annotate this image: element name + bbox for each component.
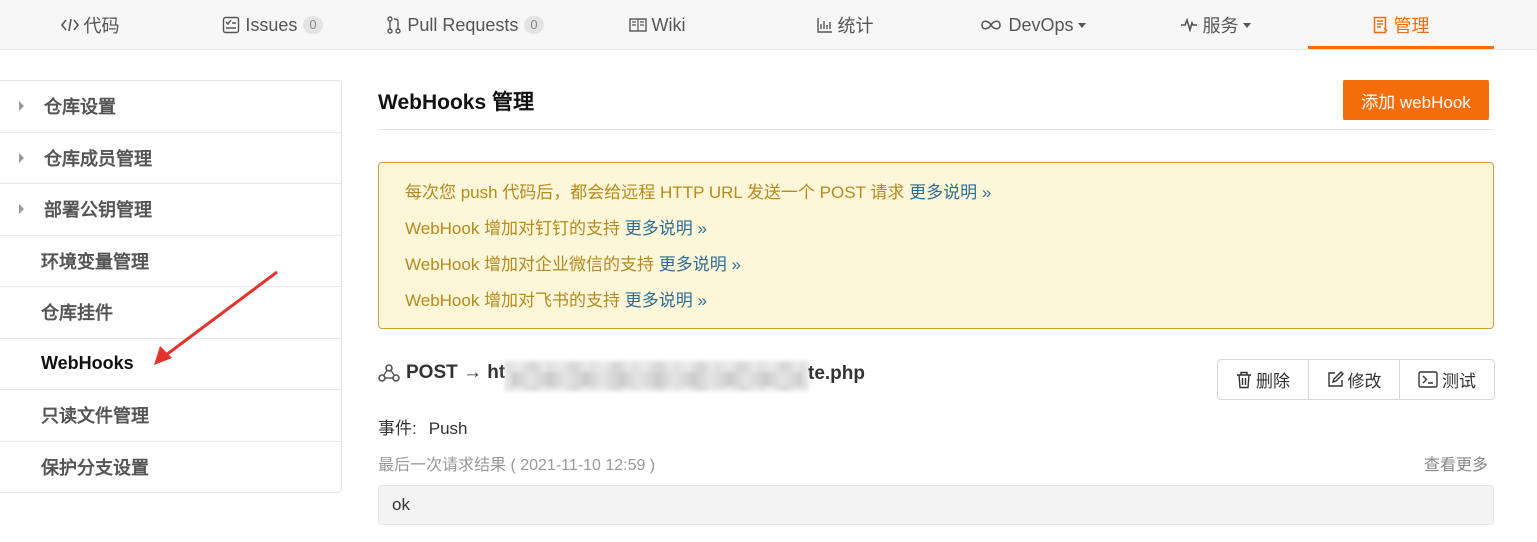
sidebar-item-label: 只读文件管理 bbox=[41, 406, 149, 427]
issues-count-badge: 0 bbox=[303, 16, 323, 34]
code-icon bbox=[60, 17, 79, 33]
tab-label: Wiki bbox=[651, 14, 686, 35]
pr-count-badge: 0 bbox=[524, 16, 544, 34]
webhook-actions: 删除 修改 测试 bbox=[1217, 359, 1495, 400]
last-request-status: 最后一次请求结果 ( 2021-11-10 12:59 ) bbox=[378, 457, 656, 474]
test-button[interactable]: 测试 bbox=[1400, 360, 1494, 399]
repo-nav-bar: 代码 Issues 0 Pull Requests 0 Wiki 统计 DevO… bbox=[0, 0, 1537, 50]
sidebar-item-widgets[interactable]: 仓库挂件 bbox=[0, 287, 341, 339]
more-info-link[interactable]: 更多说明 » bbox=[625, 291, 707, 310]
notice-text: 每次您 push 代码后，都会给远程 HTTP URL 发送一个 POST 请求 bbox=[405, 183, 905, 202]
sidebar-item-deploy-keys[interactable]: 部署公钥管理 bbox=[0, 184, 341, 236]
sidebar-item-webhooks[interactable]: WebHooks bbox=[0, 339, 341, 390]
manage-icon bbox=[1373, 16, 1389, 34]
chevron-down-icon bbox=[1242, 22, 1251, 28]
sidebar-item-label: 部署公钥管理 bbox=[44, 200, 152, 221]
tab-code[interactable]: 代码 bbox=[40, 0, 140, 50]
view-more-link[interactable]: 查看更多 bbox=[1424, 451, 1488, 475]
tab-devops[interactable]: DevOps bbox=[970, 0, 1095, 50]
tab-label: 管理 bbox=[1393, 16, 1430, 36]
edit-button[interactable]: 修改 bbox=[1309, 360, 1400, 399]
webhook-icon bbox=[378, 363, 400, 383]
tab-services[interactable]: 服务 bbox=[1170, 0, 1260, 50]
active-tab-indicator bbox=[1308, 46, 1494, 49]
sidebar-item-env-vars[interactable]: 环境变量管理 bbox=[0, 236, 341, 287]
tab-stats[interactable]: 统计 bbox=[800, 0, 890, 50]
tab-pull-requests[interactable]: Pull Requests 0 bbox=[380, 0, 550, 50]
event-label: 事件: bbox=[378, 419, 417, 438]
tab-label: DevOps bbox=[1008, 14, 1074, 35]
sidebar-item-label: 保护分支设置 bbox=[41, 458, 149, 479]
trash-icon bbox=[1236, 371, 1252, 389]
terminal-icon bbox=[1418, 371, 1438, 388]
webhook-event: 事件: Push bbox=[378, 414, 467, 439]
notice-line: 每次您 push 代码后，都会给远程 HTTP URL 发送一个 POST 请求… bbox=[405, 180, 1467, 216]
sidebar-item-repo-settings[interactable]: 仓库设置 bbox=[0, 81, 341, 133]
more-info-link[interactable]: 更多说明 » bbox=[625, 219, 707, 238]
tab-label: Pull Requests bbox=[407, 14, 519, 35]
notice-line: WebHook 增加对企业微信的支持 更多说明 » bbox=[405, 252, 1467, 288]
chevron-down-icon bbox=[1077, 22, 1086, 28]
sidebar-item-label: 环境变量管理 bbox=[41, 251, 149, 272]
tab-label: 服务 bbox=[1202, 16, 1239, 36]
caret-right-icon bbox=[19, 204, 24, 215]
tab-issues[interactable]: Issues 0 bbox=[215, 0, 330, 50]
delete-label: 删除 bbox=[1256, 372, 1290, 391]
event-value: Push bbox=[428, 419, 468, 438]
caret-right-icon bbox=[19, 101, 24, 112]
delete-button[interactable]: 删除 bbox=[1218, 360, 1309, 399]
infinity-icon bbox=[979, 18, 1003, 32]
webhook-url-prefix: POST → ht bbox=[406, 362, 506, 383]
add-webhook-button[interactable]: 添加 webHook bbox=[1343, 80, 1489, 120]
caret-right-icon bbox=[19, 152, 24, 163]
last-request-result: ok bbox=[378, 485, 1494, 525]
webhook-header: POST → ht bbox=[378, 362, 505, 384]
notice-text: WebHook 增加对飞书的支持 bbox=[405, 291, 621, 310]
more-info-link[interactable]: 更多说明 » bbox=[659, 255, 741, 274]
tab-label: Issues bbox=[245, 14, 298, 35]
redacted-url-mask-inner bbox=[512, 372, 802, 386]
edit-label: 修改 bbox=[1347, 372, 1382, 391]
wiki-icon bbox=[628, 18, 647, 32]
pulse-icon bbox=[1180, 18, 1198, 32]
more-info-link[interactable]: 更多说明 » bbox=[909, 183, 991, 202]
tab-label: 代码 bbox=[83, 16, 120, 36]
test-label: 测试 bbox=[1442, 372, 1476, 391]
sidebar-item-label: WebHooks bbox=[41, 353, 134, 374]
sidebar-item-label: 仓库成员管理 bbox=[44, 148, 152, 169]
settings-sidebar: 仓库设置 仓库成员管理 部署公钥管理 环境变量管理 仓库挂件 WebHooks … bbox=[0, 80, 342, 493]
title-divider bbox=[378, 129, 1494, 130]
notice-text: WebHook 增加对钉钉的支持 bbox=[405, 219, 621, 238]
tab-manage[interactable]: 管理 bbox=[1308, 0, 1494, 50]
stats-icon bbox=[816, 17, 833, 33]
webhook-info-notice: 每次您 push 代码后，都会给远程 HTTP URL 发送一个 POST 请求… bbox=[378, 162, 1494, 329]
tab-wiki[interactable]: Wiki bbox=[612, 0, 702, 50]
issues-icon bbox=[222, 16, 240, 34]
sidebar-item-readonly-files[interactable]: 只读文件管理 bbox=[0, 390, 341, 442]
webhook-url-suffix: te.php bbox=[808, 363, 865, 384]
notice-text: WebHook 增加对企业微信的支持 bbox=[405, 255, 655, 274]
pull-request-icon bbox=[386, 16, 402, 34]
edit-icon bbox=[1327, 371, 1344, 388]
sidebar-item-members[interactable]: 仓库成员管理 bbox=[0, 133, 341, 184]
notice-line: WebHook 增加对钉钉的支持 更多说明 » bbox=[405, 216, 1467, 252]
sidebar-item-label: 仓库挂件 bbox=[41, 303, 113, 324]
sidebar-item-label: 仓库设置 bbox=[44, 97, 116, 118]
notice-line: WebHook 增加对飞书的支持 更多说明 » bbox=[405, 288, 1467, 324]
page-title: WebHooks 管理 bbox=[378, 91, 534, 114]
sidebar-item-protected-branches[interactable]: 保护分支设置 bbox=[0, 442, 341, 494]
tab-label: 统计 bbox=[837, 16, 874, 36]
